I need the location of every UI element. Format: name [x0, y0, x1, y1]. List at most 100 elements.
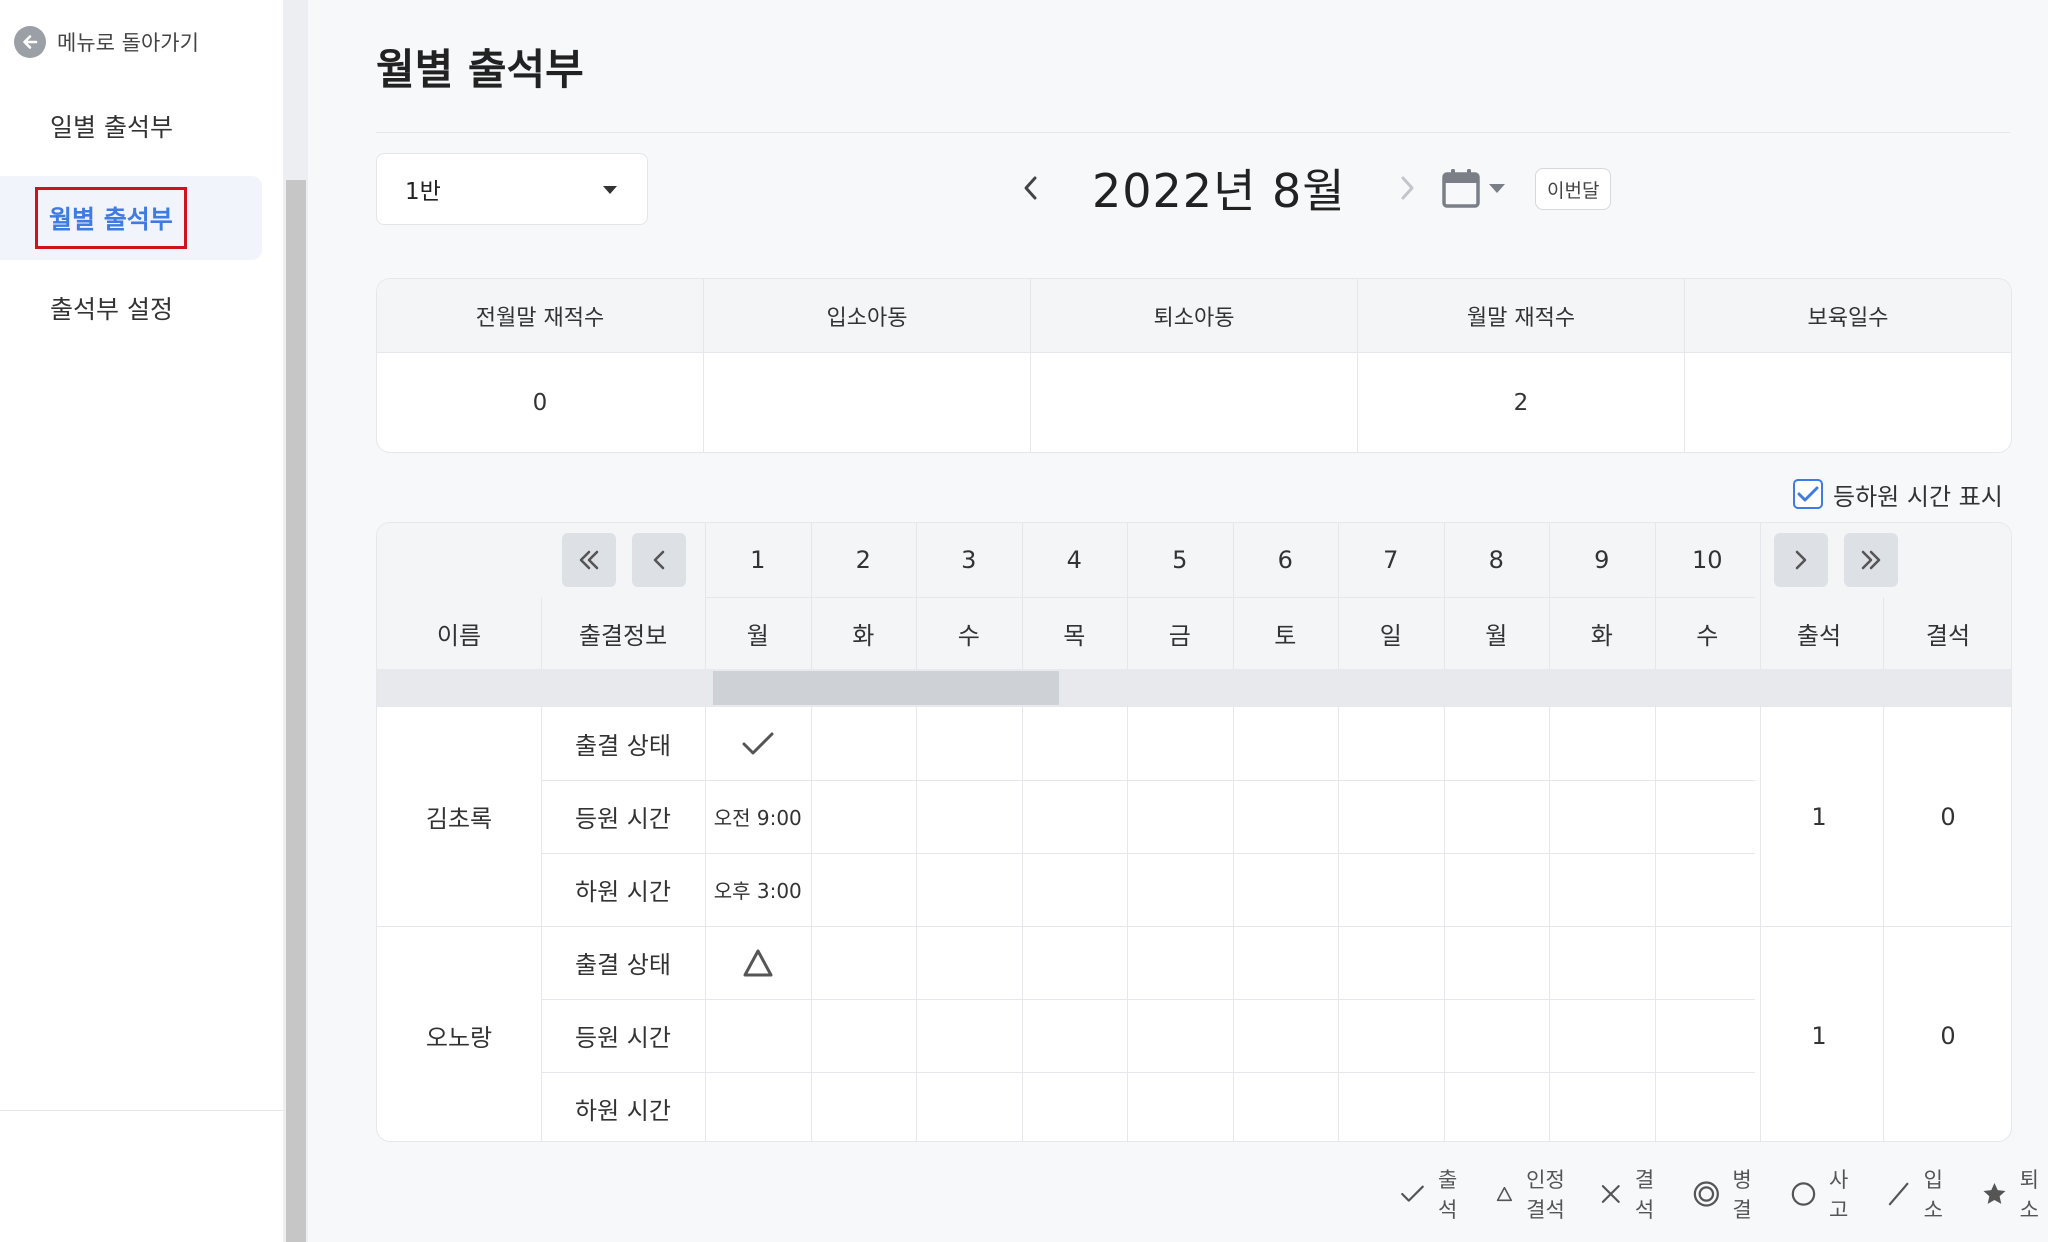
table-scrollbar-track[interactable]: [377, 669, 2011, 707]
slash-icon: [1889, 1182, 1909, 1206]
date-header-cell: 8: [1488, 546, 1504, 574]
last-page-button[interactable]: [1844, 533, 1898, 587]
first-page-button[interactable]: [562, 533, 616, 587]
row-label: 출결 상태: [575, 951, 671, 979]
next-page-button[interactable]: [1774, 533, 1828, 587]
date-header-cell: 9: [1594, 546, 1610, 574]
summary-value-month-end-enrolled: 2: [1358, 353, 1685, 452]
prev-page-button[interactable]: [632, 533, 686, 587]
status-cell-day1[interactable]: [705, 926, 811, 999]
column-header-name: 이름: [436, 621, 482, 650]
grid-line: [1232, 707, 1234, 1141]
grid-line: [1654, 523, 1656, 669]
weekday-header-cell: 화: [1590, 621, 1613, 650]
class-select[interactable]: 1반: [376, 153, 648, 225]
grid-line: [1549, 707, 1550, 1141]
grid-line: [1654, 707, 1656, 1141]
grid-line: [541, 853, 1755, 854]
weekday-header-cell: 화: [852, 621, 875, 650]
show-time-label: 등하원 시간 표시: [1833, 482, 2003, 511]
next-month-button[interactable]: [1386, 158, 1430, 218]
calendar-picker-button[interactable]: [1442, 165, 1508, 211]
grid-line: [1760, 523, 1761, 669]
class-select-value: 1반: [405, 179, 441, 205]
leave-time-day1: [705, 1072, 811, 1141]
row-label: 출결 상태: [575, 732, 671, 760]
triangle-icon: [1497, 1186, 1513, 1202]
sidebar-item-monthly-attendance[interactable]: 월별 출석부: [0, 176, 262, 260]
grid-line: [1127, 523, 1128, 669]
grid-line: [1127, 707, 1128, 1141]
status-cell-day1[interactable]: [705, 707, 811, 780]
summary-header-care-days: 보육일수: [1807, 305, 1889, 331]
legend-item-sick: 병결: [1693, 1164, 1761, 1224]
grid-line: [1760, 707, 1761, 1141]
arrow-left-icon: [14, 26, 46, 58]
absent-count: 0: [1940, 802, 1956, 831]
grid-line: [1232, 523, 1234, 669]
grid-line: [705, 523, 706, 669]
legend-label: 사고: [1828, 1168, 1849, 1222]
legend-item-admission: 입소: [1887, 1164, 1951, 1224]
legend-item-excused-absence: 인정 결석: [1496, 1164, 1570, 1224]
check-icon: [742, 732, 774, 754]
arrive-time-day1: [705, 999, 811, 1072]
grid-line: [1883, 597, 1884, 669]
sidebar-item-attendance-settings[interactable]: 출석부 설정: [0, 266, 262, 350]
table-scrollbar-thumb[interactable]: [713, 671, 1059, 705]
student-name: 김초록: [425, 805, 493, 833]
summary-header-discharged: 퇴소아동: [1031, 279, 1358, 352]
sidebar-item-daily-attendance[interactable]: 일별 출석부: [0, 84, 262, 168]
sidebar-scrollbar-thumb[interactable]: [286, 180, 306, 1242]
grid-line: [1338, 523, 1339, 669]
back-to-menu-link[interactable]: 메뉴로 돌아가기: [14, 24, 199, 60]
date-header-cell: 5: [1172, 546, 1188, 574]
summary-value-prev-month-enrolled: 0: [377, 353, 704, 452]
summary-header-prev-month-enrolled: 전월말 재적수: [377, 279, 704, 352]
student-name: 오노랑: [425, 1024, 493, 1052]
row-label: 하원 시간: [575, 878, 671, 906]
cross-icon: [1602, 1185, 1621, 1203]
grid-line: [1883, 707, 1884, 1141]
summary-header-row: 전월말 재적수 입소아동 퇴소아동 월말 재적수 보육일수: [377, 279, 2011, 353]
status-legend: 출석 인정 결석 결석 병결 사고 입소 퇴소: [1400, 1168, 2048, 1222]
triangle-icon: [743, 949, 773, 976]
chevron-right-icon: [1401, 176, 1414, 200]
row-label: 하원 시간: [575, 1097, 671, 1125]
weekday-header-cell: 목: [1063, 621, 1086, 650]
summary-value-care-days: [1685, 353, 2011, 452]
circle-icon: [1791, 1182, 1816, 1206]
sidebar-item-label: 일별 출석부: [50, 113, 173, 142]
legend-label: 퇴소: [2019, 1168, 2039, 1222]
column-header-absent: 결석: [1925, 621, 1971, 650]
calendar-icon: [1442, 169, 1480, 208]
weekday-header-cell: 일: [1379, 621, 1402, 650]
row-label: 등원 시간: [575, 805, 671, 833]
grid-line: [705, 707, 706, 1141]
grid-line: [810, 707, 812, 1141]
row-label: 등원 시간: [575, 1024, 671, 1052]
legend-label: 병결: [1732, 1168, 1752, 1222]
date-header-cell: 7: [1383, 546, 1399, 574]
date-header-cell: 3: [961, 546, 977, 574]
attendance-table: 1 월 2 화 3 수 4 목 5 금 6 토 7 일 8 월 9 화 10 수 이름 출결정보 출석 결석 김초록 출결 상태 등…: [376, 522, 2012, 1142]
date-header-cell: 2: [855, 546, 871, 574]
prev-month-button[interactable]: [1008, 158, 1052, 218]
this-month-button[interactable]: 이번달: [1535, 168, 1612, 210]
legend-label: 인정 결석: [1526, 1168, 1565, 1222]
legend-label: 출석: [1437, 1168, 1458, 1222]
summary-value-row: 0 2: [377, 353, 2011, 452]
weekday-header-cell: 월: [746, 621, 769, 650]
month-label: 2022년 8월: [1092, 164, 1346, 218]
check-icon: [1797, 486, 1819, 502]
summary-value-discharged: [1031, 353, 1358, 452]
main-content: 월별 출석부 1반 2022년 8월 이번달 전월말 재적수 입소아동 퇴소아동…: [308, 0, 2048, 1242]
check-icon: [1401, 1185, 1424, 1202]
caret-down-icon: [1489, 184, 1505, 193]
grid-line: [541, 707, 542, 1141]
page-title: 월별 출석부: [376, 45, 584, 94]
show-time-checkbox[interactable]: [1793, 479, 1823, 509]
show-time-toggle[interactable]: 등하원 시간 표시: [1793, 474, 2003, 514]
legend-item-discharge: 퇴소: [1982, 1164, 2048, 1224]
column-header-present: 출석: [1796, 621, 1842, 650]
